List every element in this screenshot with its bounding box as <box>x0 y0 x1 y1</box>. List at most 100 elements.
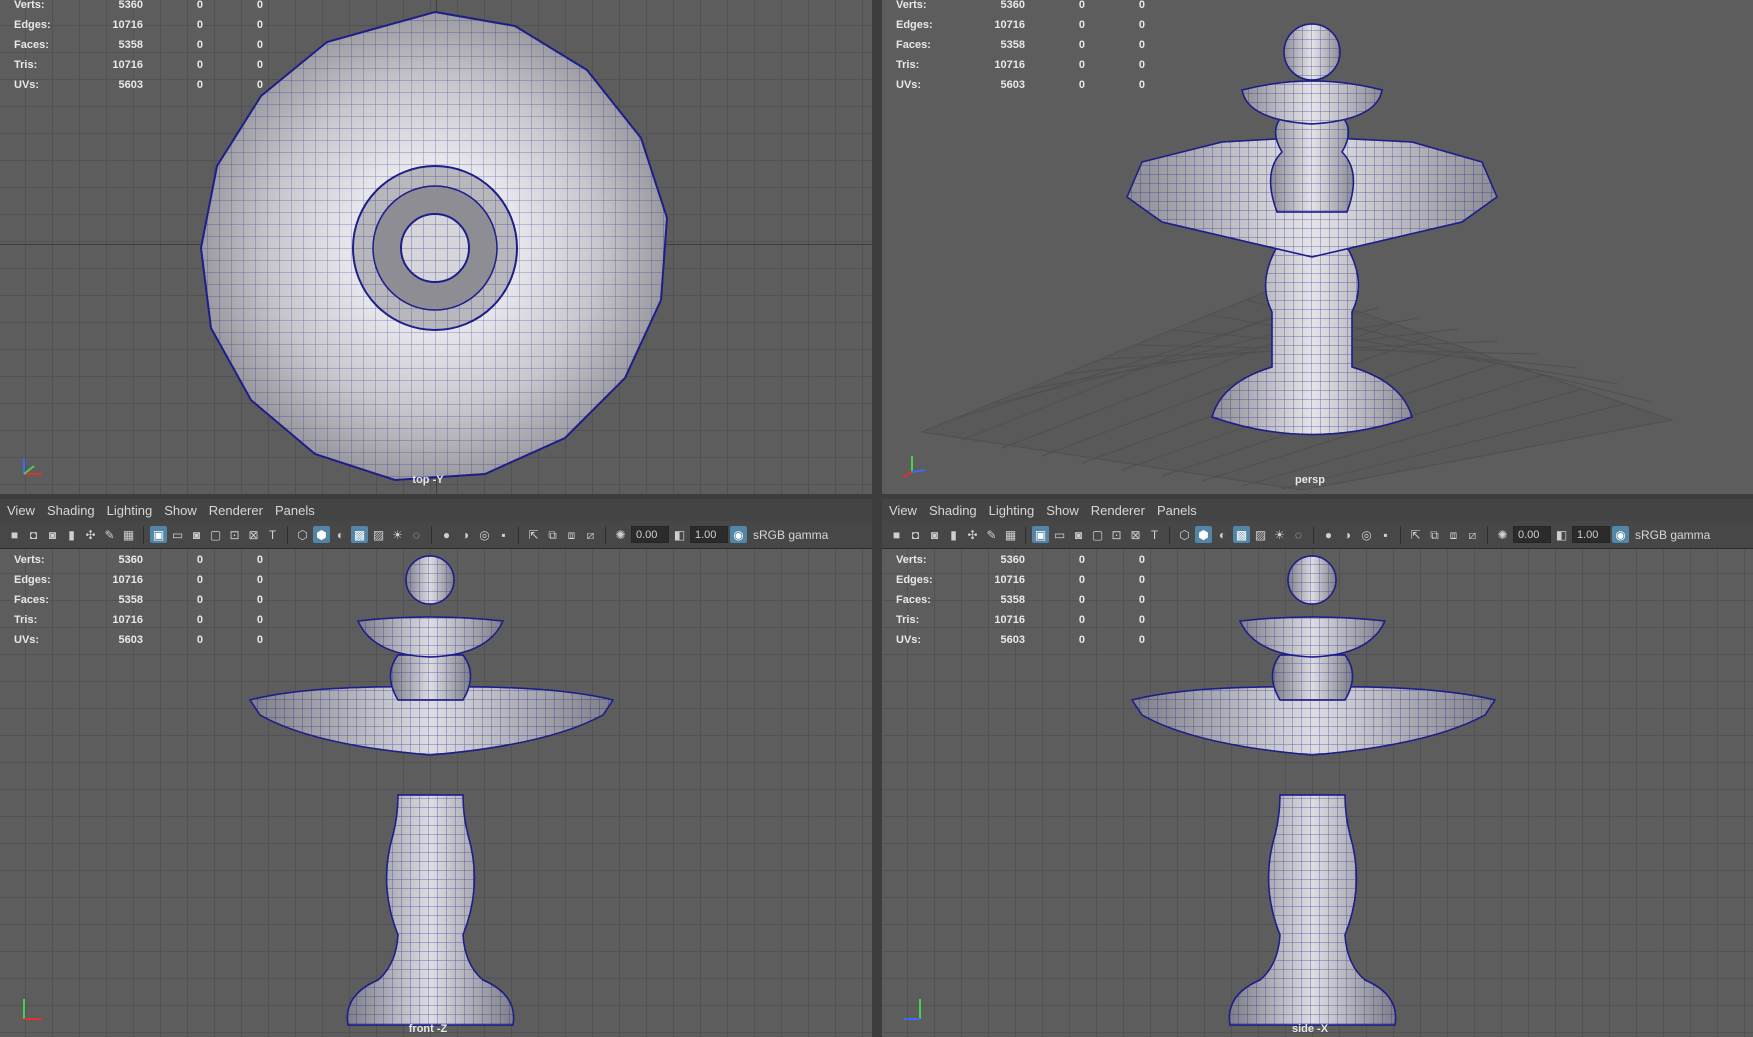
resolution-gate-icon[interactable]: ▭ <box>1051 526 1068 543</box>
menu-view[interactable]: View <box>886 503 926 518</box>
lighting-icon[interactable]: ☀ <box>389 526 406 543</box>
textured-icon[interactable]: ▨ <box>370 526 387 543</box>
axis-gizmo-icon <box>904 999 921 1020</box>
2d-pan-zoom-icon[interactable]: ✣ <box>964 526 981 543</box>
default-material-icon[interactable]: ◐ <box>332 526 349 543</box>
smooth-shade-icon[interactable]: ⬢ <box>1195 526 1212 543</box>
depth-of-field-icon[interactable]: ▪ <box>495 526 512 543</box>
menu-panels[interactable]: Panels <box>272 503 324 518</box>
menu-panels[interactable]: Panels <box>1154 503 1206 518</box>
gate-mask-icon[interactable]: ◙ <box>188 526 205 543</box>
color-management-icon[interactable]: ◉ <box>730 526 747 543</box>
viewport-front[interactable]: View Shading Lighting Show Renderer Pane… <box>0 499 872 1037</box>
motion-blur-icon[interactable]: ◑ <box>457 526 474 543</box>
select-camera-icon[interactable]: ■ <box>888 526 905 543</box>
bookmark-icon[interactable]: ◙ <box>926 526 943 543</box>
hud-poly-count: Verts: 5360 0 0 Edges: 10716 0 0 Faces: 5358 0 0 … <box>896 554 1145 646</box>
panel-toolbar: ■ ◘ ◙ ▮ ✣ ✎ ▦ ▣ ▭ ◙ ▢ ⊡ ⊠ T ⬡ ⬢ ◐ ▩ ▨ ☀ … <box>882 521 1753 548</box>
smooth-shade-icon[interactable]: ⬢ <box>313 526 330 543</box>
safe-action-icon[interactable]: ⊡ <box>1108 526 1125 543</box>
viewport-divider-vertical[interactable] <box>872 0 882 1037</box>
panel-header: View Shading Lighting Show Renderer Pane… <box>882 499 1753 549</box>
camera-attributes-icon[interactable]: ◘ <box>907 526 924 543</box>
menu-lighting[interactable]: Lighting <box>104 503 162 518</box>
grease-pencil-icon[interactable]: ✎ <box>101 526 118 543</box>
depth-of-field-icon[interactable]: ▪ <box>1377 526 1394 543</box>
wireframe-icon[interactable]: ⬡ <box>1176 526 1193 543</box>
safe-action-icon[interactable]: ⊡ <box>226 526 243 543</box>
menu-view[interactable]: View <box>4 503 44 518</box>
menu-lighting[interactable]: Lighting <box>986 503 1044 518</box>
viewport-persp[interactable]: Verts: 5360 0 0 Edges: 10716 0 0 Faces: 5358 0 0 … <box>882 0 1753 494</box>
viewport-top[interactable]: Verts: 5360 0 0 Edges: 10716 0 0 Faces: 5358 0 0 … <box>0 0 872 494</box>
viewport-divider-horizontal[interactable] <box>0 494 1753 499</box>
gamma-icon[interactable]: ◧ <box>1553 526 1570 543</box>
wireframe-icon[interactable]: ⬡ <box>294 526 311 543</box>
menu-renderer[interactable]: Renderer <box>1088 503 1154 518</box>
motion-blur-icon[interactable]: ◑ <box>1339 526 1356 543</box>
shadows-icon[interactable]: ◌ <box>408 526 425 543</box>
exposure-field[interactable]: 0.00 <box>1513 526 1551 543</box>
resolution-gate-icon[interactable]: ▭ <box>169 526 186 543</box>
grid-icon[interactable]: ▦ <box>1002 526 1019 543</box>
isolate-select-icon[interactable]: ⇱ <box>1407 526 1424 543</box>
screen-space-ao-icon[interactable]: ● <box>438 526 455 543</box>
field-chart-icon[interactable]: ▢ <box>1089 526 1106 543</box>
field-chart-icon[interactable]: ▢ <box>207 526 224 543</box>
fountain-persp-view[interactable] <box>1122 12 1502 472</box>
grid-icon[interactable]: ▦ <box>120 526 137 543</box>
fountain-front-view[interactable] <box>248 555 618 1033</box>
bookmark-icon[interactable]: ◙ <box>44 526 61 543</box>
fountain-top-view[interactable] <box>195 8 675 488</box>
color-space-label[interactable]: sRGB gamma <box>1635 528 1710 542</box>
gamma-icon[interactable]: ◧ <box>671 526 688 543</box>
text-icon[interactable]: T <box>1146 526 1163 543</box>
shadows-icon[interactable]: ◌ <box>1290 526 1307 543</box>
xray-components-icon[interactable]: ⧄ <box>582 526 599 543</box>
menu-renderer[interactable]: Renderer <box>206 503 272 518</box>
camera-label: front -Z <box>408 1023 448 1035</box>
image-plane-icon[interactable]: ▮ <box>63 526 80 543</box>
film-gate-icon[interactable]: ▣ <box>1032 526 1049 543</box>
default-material-icon[interactable]: ◐ <box>1214 526 1231 543</box>
exposure-icon[interactable]: ✺ <box>612 526 629 543</box>
xray-icon[interactable]: ⧉ <box>544 526 561 543</box>
anti-aliasing-icon[interactable]: ◎ <box>1358 526 1375 543</box>
gamma-field[interactable]: 1.00 <box>1572 526 1610 543</box>
textured-icon[interactable]: ▨ <box>1252 526 1269 543</box>
gate-mask-icon[interactable]: ◙ <box>1070 526 1087 543</box>
menu-shading[interactable]: Shading <box>44 503 104 518</box>
safe-title-icon[interactable]: ⊠ <box>1127 526 1144 543</box>
image-plane-icon[interactable]: ▮ <box>945 526 962 543</box>
exposure-field[interactable]: 0.00 <box>631 526 669 543</box>
axis-gizmo-icon <box>902 456 926 478</box>
menu-show[interactable]: Show <box>161 503 206 518</box>
safe-title-icon[interactable]: ⊠ <box>245 526 262 543</box>
exposure-icon[interactable]: ✺ <box>1494 526 1511 543</box>
panel-menu-bar: View Shading Lighting Show Renderer Pane… <box>882 499 1753 521</box>
film-gate-icon[interactable]: ▣ <box>150 526 167 543</box>
grease-pencil-icon[interactable]: ✎ <box>983 526 1000 543</box>
xray-joints-icon[interactable]: ⧈ <box>563 526 580 543</box>
color-management-icon[interactable]: ◉ <box>1612 526 1629 543</box>
menu-shading[interactable]: Shading <box>926 503 986 518</box>
anti-aliasing-icon[interactable]: ◎ <box>476 526 493 543</box>
xray-components-icon[interactable]: ⧄ <box>1464 526 1481 543</box>
isolate-select-icon[interactable]: ⇱ <box>525 526 542 543</box>
fountain-side-view[interactable] <box>1130 555 1500 1033</box>
gamma-field[interactable]: 1.00 <box>690 526 728 543</box>
select-camera-icon[interactable]: ■ <box>6 526 23 543</box>
camera-attributes-icon[interactable]: ◘ <box>25 526 42 543</box>
color-space-label[interactable]: sRGB gamma <box>753 528 828 542</box>
wireframe-on-shaded-icon[interactable]: ▩ <box>1233 526 1250 543</box>
2d-pan-zoom-icon[interactable]: ✣ <box>82 526 99 543</box>
panel-toolbar: ■ ◘ ◙ ▮ ✣ ✎ ▦ ▣ ▭ ◙ ▢ ⊡ ⊠ T ⬡ ⬢ ◐ ▩ ▨ ☀ … <box>0 521 872 548</box>
lighting-icon[interactable]: ☀ <box>1271 526 1288 543</box>
wireframe-on-shaded-icon[interactable]: ▩ <box>351 526 368 543</box>
screen-space-ao-icon[interactable]: ● <box>1320 526 1337 543</box>
text-icon[interactable]: T <box>264 526 281 543</box>
xray-icon[interactable]: ⧉ <box>1426 526 1443 543</box>
viewport-side[interactable]: View Shading Lighting Show Renderer Pane… <box>882 499 1753 1037</box>
xray-joints-icon[interactable]: ⧈ <box>1445 526 1462 543</box>
menu-show[interactable]: Show <box>1043 503 1088 518</box>
